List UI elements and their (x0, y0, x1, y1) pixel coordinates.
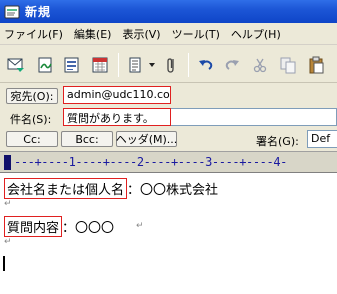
copy-icon[interactable] (278, 55, 298, 75)
toolbar (0, 45, 337, 83)
menu-bar: ファイル(F) 編集(E) 表示(V) ツール(T) ヘルプ(H) (0, 23, 337, 45)
menu-edit[interactable]: 編集(E) (74, 26, 112, 42)
bcc-button-label: Bcc: (75, 132, 99, 146)
to-field[interactable]: admin@udc110.com (63, 86, 171, 104)
signature-select[interactable]: Def (307, 130, 337, 148)
format-dropdown-icon[interactable] (148, 55, 156, 75)
return-mark: ↵ (136, 221, 144, 231)
mail-window-icon (4, 5, 20, 18)
body-line-company: 会社名または個人名 ：〇〇株式会社 (4, 178, 218, 199)
undo-icon[interactable] (196, 55, 216, 75)
toolbar-separator (188, 53, 189, 77)
to-button-label: 宛先(O): (10, 90, 54, 103)
text-caret (3, 256, 5, 271)
subject-field-value: 質問があります。 (67, 112, 154, 125)
return-mark: ↵ (4, 237, 12, 247)
message-body[interactable]: 会社名または個人名 ：〇〇株式会社 ↵ 質問内容 ：〇〇〇 ↵ ↵ (0, 173, 337, 294)
send-icon[interactable] (6, 55, 26, 75)
header-button-label: ヘッダ(M)... (115, 133, 178, 146)
menu-help[interactable]: ヘルプ(H) (231, 26, 281, 42)
subject-label: 件名(S): (10, 113, 52, 126)
body-line-question: 質問内容 ：〇〇〇 (4, 216, 114, 237)
question-value: ：〇〇〇 (62, 221, 115, 236)
format-icon[interactable] (126, 55, 146, 75)
header-button[interactable]: ヘッダ(M)... (116, 131, 177, 147)
subject-field-extension[interactable] (171, 108, 337, 126)
attach-icon[interactable] (162, 55, 182, 75)
address-book-icon[interactable] (62, 55, 82, 75)
cc-button[interactable]: Cc: (6, 131, 58, 147)
message-header: 宛先(O): admin@udc110.com 件名(S): 質問があります。 … (0, 83, 337, 151)
menu-view[interactable]: 表示(V) (122, 26, 160, 42)
redo-icon[interactable] (222, 55, 242, 75)
paste-icon[interactable] (306, 55, 326, 75)
bcc-button[interactable]: Bcc: (61, 131, 113, 147)
to-button[interactable]: 宛先(O): (6, 88, 58, 104)
toolbar-separator (118, 53, 119, 77)
calendar-icon[interactable] (90, 55, 110, 75)
company-name-label: 会社名または個人名 (4, 178, 128, 199)
to-field-value: admin@udc110.com (67, 88, 171, 101)
ruler-scale: ---+----1----+----2----+----3----+----4- (14, 155, 287, 169)
cut-icon[interactable] (250, 55, 270, 75)
signature-label: 署名(G): (256, 135, 299, 148)
question-label: 質問内容 (4, 216, 63, 237)
signature-icon[interactable] (36, 55, 56, 75)
subject-field[interactable]: 質問があります。 (63, 108, 171, 126)
cc-button-label: Cc: (23, 132, 41, 146)
menu-tools[interactable]: ツール(T) (172, 26, 220, 42)
company-name-value: ：〇〇株式会社 (127, 183, 219, 198)
menu-file[interactable]: ファイル(F) (4, 26, 63, 42)
title-bar: 新規 (0, 0, 337, 23)
return-mark: ↵ (4, 199, 12, 209)
ruler[interactable]: ---+----1----+----2----+----3----+----4- (0, 151, 337, 173)
ruler-cursor-marker[interactable] (4, 155, 11, 170)
window-title: 新規 (25, 5, 52, 19)
signature-select-value: Def (311, 132, 331, 145)
